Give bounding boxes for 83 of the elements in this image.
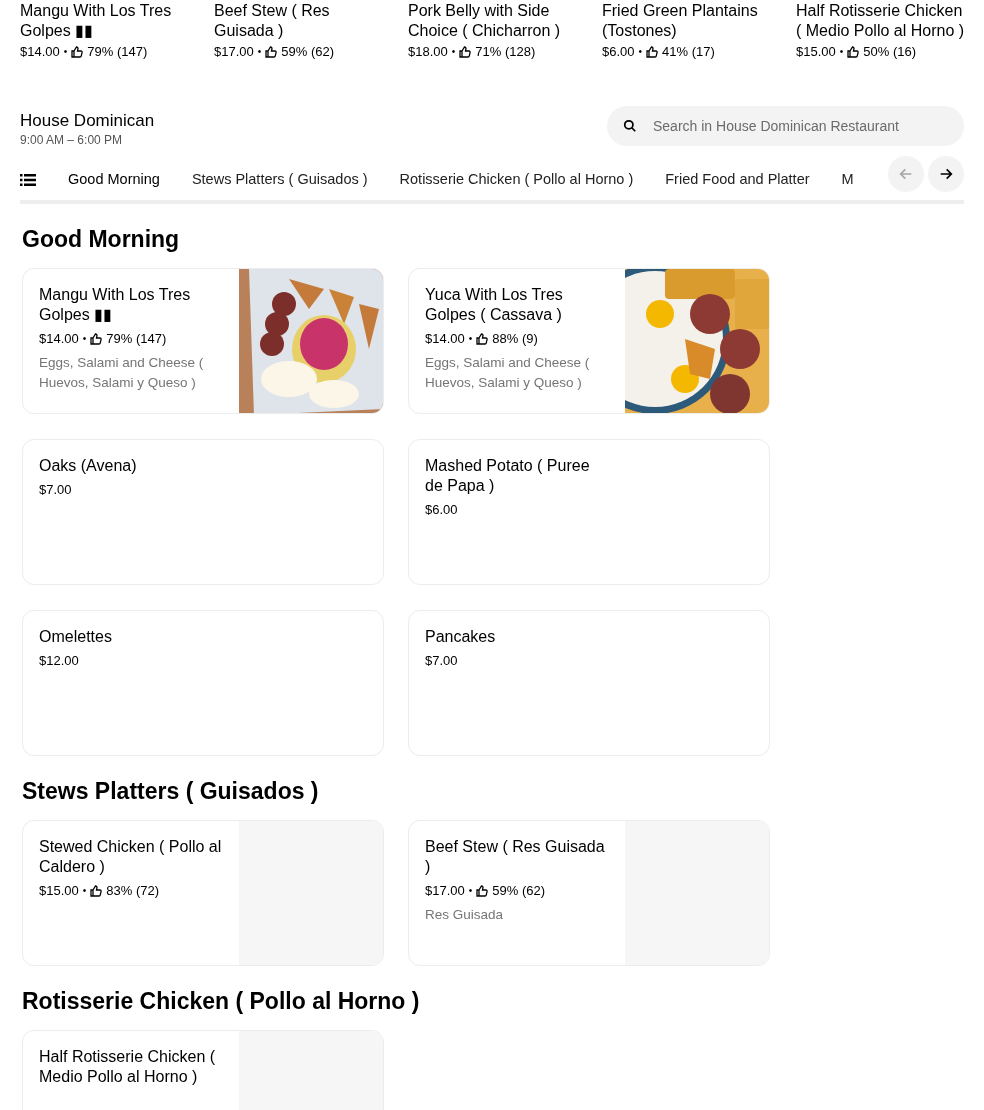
rating: 79% (147) <box>106 330 167 348</box>
menu-list-icon[interactable] <box>20 173 36 187</box>
item-title: Stewed Chicken ( Pollo al Caldero ) <box>39 837 223 877</box>
separator-dot: • <box>468 884 473 898</box>
menu-item-card[interactable]: Half Rotisserie Chicken ( Medio Pollo al Horno ) <box>22 1030 384 1110</box>
menu-item-card[interactable]: Yuca With Los Tres Golpes ( Cassava ) $14.00 • 88% (9) Eggs, Salami and Cheese ( Huevos, Salami y Queso ) <box>408 268 770 414</box>
rating: 71% (128) <box>475 43 536 61</box>
thumbs-up-icon <box>847 46 860 58</box>
featured-item-title[interactable]: Mangu With Los Tres Golpes ▮▮ <box>20 1 190 41</box>
rating: 79% (147) <box>87 43 148 61</box>
item-description: Eggs, Salami and Cheese ( Huevos, Salami y Queso ) <box>39 354 205 392</box>
rating: 88% (9) <box>492 330 538 348</box>
price: $17.00 <box>214 43 254 61</box>
price: $12.00 <box>39 652 79 670</box>
price: $17.00 <box>425 882 465 900</box>
menu-item-card[interactable]: Mangu With Los Tres Golpes ▮▮ $14.00 • 79% (147) Eggs, Salami and Cheese ( Huevos, Salami y Queso ) <box>22 268 384 414</box>
menu-item-card[interactable]: Pancakes $7.00 <box>408 610 770 756</box>
item-description: Res Guisada <box>425 906 505 924</box>
price: $7.00 <box>425 652 458 670</box>
thumbs-up-icon <box>90 885 103 897</box>
menu-item-card[interactable]: Stewed Chicken ( Pollo al Caldero ) $15.00 • 83% (72) <box>22 820 384 966</box>
thumbs-up-icon <box>90 333 103 345</box>
featured-item-title[interactable]: Half Rotisserie Chicken ( Medio Pollo al Horno ) <box>796 1 966 41</box>
rating: 59% (62) <box>492 882 546 900</box>
item-title: Pancakes <box>425 627 497 647</box>
price: $14.00 <box>425 330 465 348</box>
category-tab[interactable]: Fried Food and Platter <box>649 160 826 200</box>
item-title: Beef Stew ( Res Guisada ) <box>425 837 606 877</box>
thumbs-up-icon <box>476 333 489 345</box>
menu-item-card[interactable]: Oaks (Avena) $7.00 <box>22 439 384 585</box>
separator-dot: • <box>82 884 87 898</box>
section-heading: Stews Platters ( Guisados ) <box>22 777 320 806</box>
section-heading: Rotisserie Chicken ( Pollo al Horno ) <box>22 987 421 1016</box>
price: $14.00 <box>20 43 60 61</box>
category-tab[interactable]: Rotisserie Chicken ( Pollo al Horno ) <box>383 160 650 200</box>
price: $18.00 <box>408 43 448 61</box>
rating: 59% (62) <box>281 43 335 61</box>
arrow-left-icon <box>898 166 914 182</box>
item-title: Oaks (Avena) <box>39 456 138 476</box>
item-title: Yuca With Los Tres Golpes ( Cassava ) <box>425 285 564 325</box>
item-title: Half Rotisserie Chicken ( Medio Pollo al Horno ) <box>39 1047 217 1087</box>
separator-dot: • <box>638 45 643 59</box>
price: $14.00 <box>39 330 79 348</box>
rating: 50% (16) <box>863 43 917 61</box>
thumbs-up-icon <box>265 46 278 58</box>
next-button[interactable] <box>928 156 964 192</box>
price: $6.00 <box>425 501 458 519</box>
featured-item-title[interactable]: Beef Stew ( Res Guisada ) <box>214 1 384 41</box>
price: $6.00 <box>602 43 635 61</box>
section-heading: Good Morning <box>22 225 181 254</box>
menu-item-card[interactable]: Mashed Potato ( Puree de Papa ) $6.00 <box>408 439 770 585</box>
separator-dot: • <box>63 45 68 59</box>
separator-dot: • <box>839 45 844 59</box>
category-tab[interactable]: M <box>825 160 868 200</box>
thumbs-up-icon <box>71 46 84 58</box>
store-name: House Dominican <box>20 110 155 132</box>
rating: 83% (72) <box>106 882 160 900</box>
thumbs-up-icon <box>646 46 659 58</box>
price: $15.00 <box>796 43 836 61</box>
item-title: Mangu With Los Tres Golpes ▮▮ <box>39 285 192 325</box>
separator-dot: • <box>451 45 456 59</box>
item-description: Eggs, Salami and Cheese ( Huevos, Salami y Queso ) <box>425 354 591 392</box>
category-tab[interactable]: Good Morning <box>52 160 176 200</box>
search-icon <box>623 119 637 133</box>
menu-item-card[interactable]: Omelettes $12.00 <box>22 610 384 756</box>
rating: 41% (17) <box>662 43 715 61</box>
category-tab[interactable]: Stews Platters ( Guisados ) <box>175 160 384 200</box>
price: $15.00 <box>39 882 79 900</box>
search-input[interactable]: Search in House Dominican Restaurant <box>653 115 948 137</box>
item-title: Mashed Potato ( Puree de Papa ) <box>425 456 591 496</box>
featured-item-title[interactable]: Fried Green Plantains (Tostones) <box>602 1 772 41</box>
thumbs-up-icon <box>459 46 472 58</box>
item-title: Omelettes <box>39 627 113 647</box>
price: $7.00 <box>39 481 72 499</box>
separator-dot: • <box>257 45 262 59</box>
store-hours: 9:00 AM – 6:00 PM <box>20 132 124 148</box>
search-field[interactable]: Search in House Dominican Restaurant <box>607 106 964 146</box>
separator-dot: • <box>82 332 87 346</box>
arrow-right-icon <box>938 166 954 182</box>
separator-dot: • <box>468 332 473 346</box>
thumbs-up-icon <box>476 885 489 897</box>
featured-item-title[interactable]: Pork Belly with Side Choice ( Chicharron ) <box>408 1 578 41</box>
menu-item-card[interactable]: Beef Stew ( Res Guisada ) $17.00 • 59% (62) Res Guisada <box>408 820 770 966</box>
